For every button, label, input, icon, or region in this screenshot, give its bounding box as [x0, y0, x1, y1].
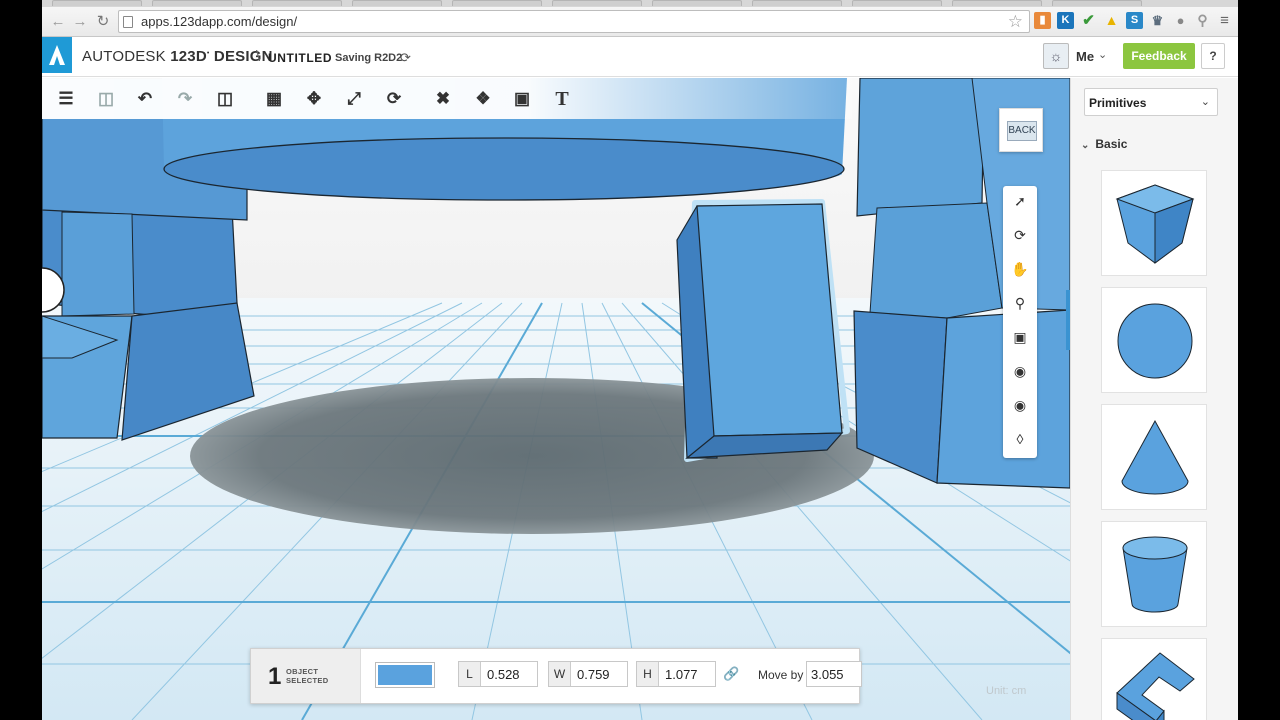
feedback-button[interactable]: Feedback — [1123, 43, 1195, 69]
width-key: W — [549, 662, 571, 686]
height-value[interactable]: 1.077 — [665, 667, 698, 682]
title-separator: \ — [256, 48, 261, 65]
height-field[interactable]: H 1.077 — [636, 661, 716, 687]
chart-extension-icon[interactable]: ▮ — [1034, 12, 1051, 29]
sync-icon: ⟳ — [400, 50, 411, 65]
s-extension-icon[interactable]: S — [1126, 12, 1143, 29]
app-header: AUTODESK 123D• DESIGN \ UNTITLED Saving … — [42, 37, 1238, 77]
move-icon[interactable]: ✥ — [300, 85, 328, 113]
document-title[interactable]: UNTITLED — [268, 51, 332, 65]
section-label: Basic — [1095, 137, 1128, 151]
browser-window: ← → ↻ apps.123dapp.com/design/ ☆ ▮ K ✔ ▲… — [42, 0, 1238, 720]
selected-count: 1 — [268, 663, 282, 690]
orbit-icon[interactable]: ⟳ — [1009, 224, 1031, 246]
height-key: H — [637, 662, 659, 686]
view-cube[interactable]: BACK — [999, 108, 1043, 152]
zoom-selected-icon[interactable]: ◉ — [1009, 360, 1031, 382]
primitives-sidebar: Primitives ⌄ ⌄ Basic — [1070, 78, 1238, 720]
user-menu-label[interactable]: Me — [1076, 49, 1094, 64]
group-icon[interactable]: ▣ — [508, 85, 536, 113]
url-text: apps.123dapp.com/design/ — [141, 14, 298, 29]
zoom-icon[interactable]: ⚲ — [1009, 292, 1031, 314]
primitive-cone[interactable] — [1101, 404, 1207, 510]
width-value[interactable]: 0.759 — [577, 667, 610, 682]
scale-icon[interactable]: ⤢ — [340, 85, 368, 113]
visibility-icon[interactable]: ◉ — [1009, 394, 1031, 416]
length-value[interactable]: 0.528 — [487, 667, 520, 682]
modify-icon[interactable]: ❖ — [469, 85, 497, 113]
selection-label-line2: SELECTED — [286, 676, 329, 685]
clipboard-icon[interactable]: ◫ — [211, 85, 239, 113]
length-key: L — [459, 662, 481, 686]
redo-icon[interactable]: ↷ — [171, 85, 199, 113]
fit-icon[interactable]: ▣ — [1009, 326, 1031, 348]
bulb-extension-icon[interactable]: ● — [1172, 12, 1189, 29]
view-cube-face[interactable]: BACK — [1007, 121, 1037, 141]
primitive-sphere[interactable] — [1101, 287, 1207, 393]
drive-extension-icon[interactable]: ▲ — [1103, 12, 1120, 29]
back-arrow-icon[interactable]: ← — [48, 12, 68, 32]
primitive-cylinder[interactable] — [1101, 521, 1207, 627]
pin-extension-icon[interactable]: ⚲ — [1194, 12, 1211, 29]
link-icon[interactable]: 🔗 — [723, 666, 739, 682]
refresh-icon[interactable]: ⟳ — [380, 85, 408, 113]
reload-icon[interactable]: ↻ — [93, 12, 113, 32]
brand-suffix: DESIGN — [213, 48, 273, 65]
primitive-box[interactable] — [1101, 170, 1207, 276]
save-status: Saving R2D2 — [335, 52, 403, 64]
category-label: Primitives — [1089, 96, 1147, 110]
menu-icon[interactable]: ☰ — [52, 85, 80, 113]
material-icon[interactable]: ◊ — [1009, 428, 1031, 450]
bookmark-star-icon[interactable]: ☆ — [1008, 12, 1023, 32]
unit-indicator: Unit: cm — [986, 685, 1027, 697]
material-swatch[interactable] — [375, 662, 435, 688]
section-header[interactable]: ⌄ Basic — [1081, 137, 1127, 151]
move-by-input[interactable]: 3.055 — [806, 661, 862, 687]
chevron-down-icon: ⌄ — [1200, 96, 1210, 108]
move-by-value[interactable]: 3.055 — [811, 667, 844, 682]
pan-icon[interactable]: ✋ — [1009, 258, 1031, 280]
user-avatar[interactable]: ☼ — [1043, 43, 1069, 69]
select-icon[interactable]: ➚ — [1009, 190, 1031, 212]
selection-count: 1 OBJECT SELECTED — [251, 649, 361, 703]
main-toolbar: ☰ ◫ ↶ ↷ ◫ ▦ ✥ ⤢ ⟳ ✖ ❖ ▣ T — [42, 78, 852, 119]
selected-box[interactable] — [676, 199, 850, 462]
category-dropdown[interactable]: Primitives ⌄ — [1084, 88, 1218, 116]
selection-label: OBJECT SELECTED — [286, 667, 328, 685]
page-icon — [123, 16, 133, 28]
transform-icon[interactable]: ▦ — [260, 85, 288, 113]
chevron-down-icon: ⌄ — [1081, 140, 1090, 151]
save-icon[interactable]: ◫ — [92, 85, 120, 113]
construct-icon[interactable]: ✖ — [429, 85, 457, 113]
help-button[interactable]: ? — [1201, 43, 1225, 69]
tab-strip[interactable] — [42, 0, 1238, 7]
chevron-down-icon[interactable]: ⌄ — [1098, 48, 1107, 61]
3d-scene[interactable] — [42, 78, 1070, 720]
navigation-bar: ➚ ⟳ ✋ ⚲ ▣ ◉ ◉ ◊ — [1003, 186, 1037, 458]
move-by-label: Move by — [758, 668, 804, 682]
text-icon[interactable]: T — [548, 85, 576, 113]
length-field[interactable]: L 0.528 — [458, 661, 538, 687]
selection-panel: 1 OBJECT SELECTED L 0.528 W 0.759 H 1.07… — [250, 648, 862, 704]
3d-viewport[interactable]: ☰ ◫ ↶ ↷ ◫ ▦ ✥ ⤢ ⟳ ✖ ❖ ▣ T BACK ➚ ⟳ ✋ ⚲ ▣… — [42, 78, 1070, 720]
forward-arrow-icon[interactable]: → — [70, 12, 90, 32]
app-brand: AUTODESK 123D• DESIGN — [82, 48, 273, 65]
width-field[interactable]: W 0.759 — [548, 661, 628, 687]
check-extension-icon[interactable]: ✔ — [1080, 12, 1097, 29]
chrome-menu-icon[interactable]: ≡ — [1216, 12, 1233, 29]
autodesk-logo[interactable] — [42, 37, 72, 73]
brand-product: 123D — [170, 48, 207, 65]
undo-icon[interactable]: ↶ — [131, 85, 159, 113]
k-extension-icon[interactable]: K — [1057, 12, 1074, 29]
primitive-torus[interactable] — [1101, 638, 1207, 720]
selection-label-line1: OBJECT — [286, 667, 319, 676]
address-bar[interactable]: apps.123dapp.com/design/ ☆ — [118, 10, 1030, 33]
browser-toolbar: ← → ↻ apps.123dapp.com/design/ ☆ ▮ K ✔ ▲… — [42, 7, 1238, 37]
brand-company: AUTODESK — [82, 48, 166, 65]
stamp-extension-icon[interactable]: ♛ — [1149, 12, 1166, 29]
